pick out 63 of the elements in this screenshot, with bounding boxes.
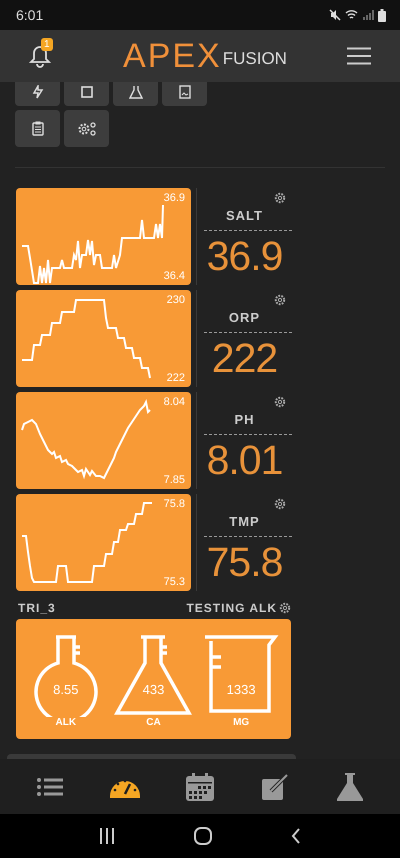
gears-icon [76, 120, 96, 136]
probe-value: 36.9 [206, 233, 282, 280]
logo-text: APEX [123, 39, 222, 73]
image-button[interactable] [162, 82, 207, 106]
menu-icon[interactable] [347, 47, 371, 65]
calendar-icon [186, 772, 214, 800]
flask-icon [337, 772, 364, 800]
battery-icon [378, 8, 386, 22]
max-value: 230 [166, 294, 185, 306]
chart-card[interactable]: 75.8 75.3 [16, 494, 191, 591]
probe-name: ORP [228, 310, 260, 325]
pen-icon [262, 774, 288, 800]
image-icon [178, 85, 190, 99]
device-name: TRI_3 [18, 601, 57, 615]
mute-icon [329, 9, 341, 21]
chart-card[interactable]: 230 222 [16, 290, 191, 387]
lightning-icon [32, 85, 44, 99]
notification-badge: 1 [41, 38, 53, 51]
recent-apps-icon[interactable] [99, 828, 116, 844]
settings-icon[interactable] [274, 192, 286, 204]
max-value: 75.8 [164, 498, 185, 510]
test-value: 8.55 [53, 682, 78, 697]
test-card[interactable]: 8.55 ALK 433 CA 1333 MG [16, 619, 291, 739]
probe-value: 75.8 [206, 539, 282, 586]
max-value: 36.9 [164, 192, 185, 204]
probe-value: 222 [212, 335, 278, 382]
list-icon [36, 776, 63, 796]
settings-icon[interactable] [274, 294, 286, 306]
gears-button[interactable] [64, 110, 109, 147]
flask-button[interactable] [113, 82, 158, 106]
max-value: 8.04 [164, 396, 185, 408]
settings-icon[interactable] [274, 498, 286, 510]
logo-subtext: FUSION [222, 49, 287, 69]
erlenmeyer-icon [113, 635, 194, 717]
back-icon[interactable] [290, 828, 301, 844]
chart-card[interactable]: 36.9 36.4 [16, 188, 191, 285]
probe-name: TMP [229, 514, 260, 529]
wifi-icon [345, 9, 358, 21]
test-label: ALK [56, 717, 76, 728]
test-label: CA [146, 717, 161, 728]
clock-text: 6:01 [16, 7, 44, 23]
device-status: TESTING ALK [186, 601, 277, 615]
settings-icon[interactable] [274, 396, 286, 408]
probe-value: 8.01 [206, 437, 282, 484]
probe-name: SALT [226, 208, 263, 223]
clipboard-button[interactable] [15, 110, 60, 147]
test-label: MG [233, 717, 250, 728]
bolt-button[interactable] [15, 82, 60, 106]
test-value: 433 [142, 682, 164, 697]
square-icon [80, 86, 92, 98]
min-value: 36.4 [164, 270, 185, 282]
square-button[interactable] [64, 82, 109, 106]
settings-icon[interactable] [279, 602, 291, 614]
probe-name: PH [234, 412, 255, 427]
min-value: 222 [166, 372, 185, 384]
min-value: 7.85 [164, 474, 185, 486]
signal-icon [362, 9, 374, 21]
test-value: 1333 [226, 682, 256, 697]
min-value: 75.3 [164, 576, 185, 588]
flask-icon [128, 85, 142, 99]
home-icon[interactable] [194, 827, 212, 845]
chart-card[interactable]: 8.04 7.85 [16, 392, 191, 489]
clipboard-icon [32, 121, 44, 136]
